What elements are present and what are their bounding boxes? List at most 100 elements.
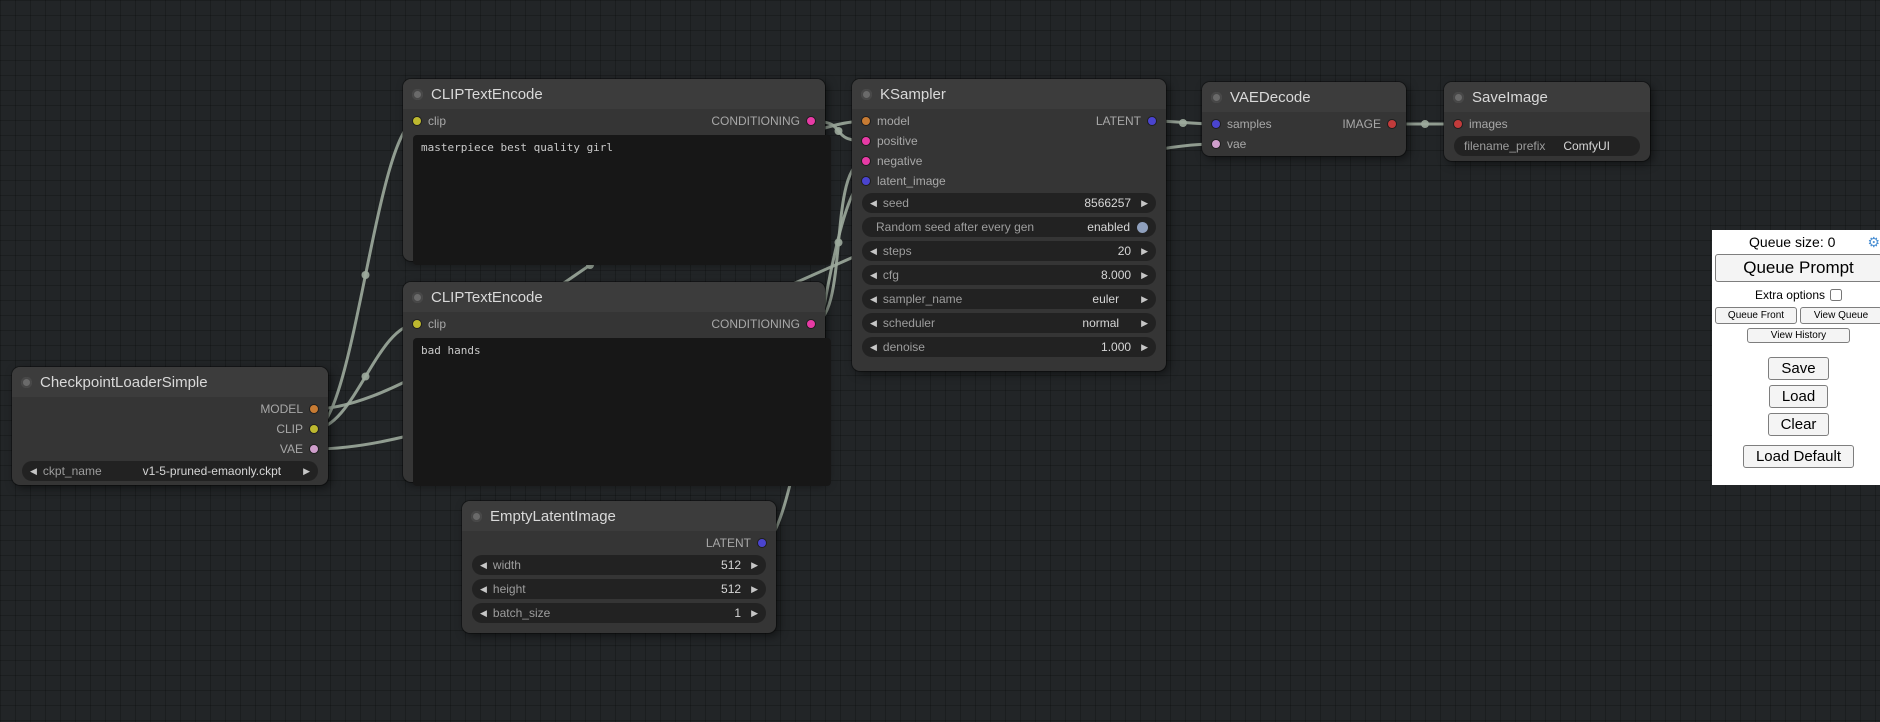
graph-canvas[interactable]: CheckpointLoaderSimple MODEL CLIP VAE	[0, 0, 1880, 722]
increment-arrow-icon[interactable]: ▶	[751, 608, 758, 619]
widget-seed[interactable]: ◀ seed 8566257 ▶	[862, 193, 1156, 213]
node-collapse-dot[interactable]	[21, 377, 32, 388]
queue-front-button[interactable]: Queue Front	[1715, 307, 1797, 324]
input-slot-vae[interactable]: vae	[1202, 134, 1282, 154]
increment-arrow-icon[interactable]: ▶	[1141, 198, 1148, 209]
clip-slot-dot[interactable]	[413, 320, 421, 328]
node-checkpoint-loader[interactable]: CheckpointLoaderSimple MODEL CLIP VAE	[12, 367, 328, 485]
widget-filename-prefix[interactable]: filename_prefix ComfyUI	[1454, 136, 1640, 156]
node-ksampler[interactable]: KSampler model positive negative lat	[852, 79, 1166, 371]
node-collapse-dot[interactable]	[471, 511, 482, 522]
input-slot-positive[interactable]: positive	[852, 131, 956, 151]
widget-ckpt-name[interactable]: ◀ ckpt_name v1-5-pruned-emaonly.ckpt ▶	[22, 461, 318, 481]
node-title-bar[interactable]: EmptyLatentImage	[462, 501, 776, 531]
output-slot-model[interactable]: MODEL	[250, 399, 328, 419]
output-slot-conditioning[interactable]: CONDITIONING	[701, 111, 825, 131]
input-slot-latent-image[interactable]: latent_image	[852, 171, 956, 191]
node-title-bar[interactable]: CheckpointLoaderSimple	[12, 367, 328, 397]
node-save-image[interactable]: SaveImage images filename_prefix ComfyUI	[1444, 82, 1650, 161]
output-slot-image[interactable]: IMAGE	[1332, 114, 1406, 134]
save-button[interactable]: Save	[1768, 357, 1828, 380]
queue-prompt-button[interactable]: Queue Prompt	[1715, 254, 1880, 282]
latent-slot-dot[interactable]	[758, 539, 766, 547]
output-slot-clip[interactable]: CLIP	[250, 419, 328, 439]
positive-prompt-textarea[interactable]: masterpiece best quality girl	[413, 135, 831, 265]
prev-value-arrow-icon[interactable]: ◀	[870, 294, 877, 305]
settings-gear-icon[interactable]: ⚙	[1867, 235, 1880, 249]
next-value-arrow-icon[interactable]: ▶	[1141, 294, 1148, 305]
increment-arrow-icon[interactable]: ▶	[1141, 342, 1148, 353]
decrement-arrow-icon[interactable]: ◀	[870, 270, 877, 281]
input-slot-images[interactable]: images	[1444, 114, 1518, 134]
node-title-bar[interactable]: SaveImage	[1444, 82, 1650, 112]
output-slot-vae[interactable]: VAE	[250, 439, 328, 459]
widget-cfg[interactable]: ◀ cfg 8.000 ▶	[862, 265, 1156, 285]
next-value-arrow-icon[interactable]: ▶	[1141, 318, 1148, 329]
node-collapse-dot[interactable]	[861, 89, 872, 100]
input-slot-negative[interactable]: negative	[852, 151, 956, 171]
view-history-button[interactable]: View History	[1747, 328, 1851, 343]
clip-slot-dot[interactable]	[310, 425, 318, 433]
increment-arrow-icon[interactable]: ▶	[751, 560, 758, 571]
latent-slot-dot[interactable]	[1212, 120, 1220, 128]
output-slot-conditioning[interactable]: CONDITIONING	[701, 314, 825, 334]
node-collapse-dot[interactable]	[412, 292, 423, 303]
conditioning-slot-dot[interactable]	[862, 157, 870, 165]
vae-slot-dot[interactable]	[310, 445, 318, 453]
load-button[interactable]: Load	[1769, 385, 1828, 408]
model-slot-dot[interactable]	[310, 405, 318, 413]
image-slot-dot[interactable]	[1454, 120, 1462, 128]
input-slot-samples[interactable]: samples	[1202, 114, 1282, 134]
node-title-bar[interactable]: CLIPTextEncode	[403, 282, 825, 312]
input-slot-model[interactable]: model	[852, 111, 956, 131]
node-collapse-dot[interactable]	[1211, 92, 1222, 103]
prev-value-arrow-icon[interactable]: ◀	[870, 318, 877, 329]
view-queue-button[interactable]: View Queue	[1800, 307, 1880, 324]
latent-slot-dot[interactable]	[1148, 117, 1156, 125]
decrement-arrow-icon[interactable]: ◀	[870, 342, 877, 353]
latent-slot-dot[interactable]	[862, 177, 870, 185]
widget-scheduler[interactable]: ◀ scheduler normal ▶	[862, 313, 1156, 333]
image-slot-dot[interactable]	[1388, 120, 1396, 128]
widget-denoise[interactable]: ◀ denoise 1.000 ▶	[862, 337, 1156, 357]
clear-button[interactable]: Clear	[1768, 413, 1830, 436]
prev-value-arrow-icon[interactable]: ◀	[30, 466, 37, 477]
increment-arrow-icon[interactable]: ▶	[1141, 270, 1148, 281]
decrement-arrow-icon[interactable]: ◀	[870, 246, 877, 257]
negative-prompt-textarea[interactable]: bad hands	[413, 338, 831, 486]
node-title-bar[interactable]: KSampler	[852, 79, 1166, 109]
widget-steps[interactable]: ◀ steps 20 ▶	[862, 241, 1156, 261]
node-title-bar[interactable]: CLIPTextEncode	[403, 79, 825, 109]
widget-sampler-name[interactable]: ◀ sampler_name euler ▶	[862, 289, 1156, 309]
decrement-arrow-icon[interactable]: ◀	[480, 560, 487, 571]
node-title-bar[interactable]: VAEDecode	[1202, 82, 1406, 112]
widget-random-seed-toggle[interactable]: Random seed after every gen enabled	[862, 217, 1156, 237]
increment-arrow-icon[interactable]: ▶	[1141, 246, 1148, 257]
load-default-button[interactable]: Load Default	[1743, 445, 1854, 468]
output-slot-latent[interactable]: LATENT	[1086, 111, 1166, 131]
input-slot-clip[interactable]: clip	[403, 111, 456, 131]
node-clip-text-encode-negative[interactable]: CLIPTextEncode clip CONDITIONING bad han…	[403, 282, 825, 482]
node-collapse-dot[interactable]	[1453, 92, 1464, 103]
toggle-on-dot[interactable]	[1137, 222, 1148, 233]
output-slot-latent[interactable]: LATENT	[696, 533, 776, 553]
decrement-arrow-icon[interactable]: ◀	[480, 584, 487, 595]
input-slot-clip[interactable]: clip	[403, 314, 456, 334]
node-clip-text-encode-positive[interactable]: CLIPTextEncode clip CONDITIONING masterp…	[403, 79, 825, 261]
model-slot-dot[interactable]	[862, 117, 870, 125]
node-vae-decode[interactable]: VAEDecode samples vae IMAGE	[1202, 82, 1406, 156]
widget-height[interactable]: ◀ height 512 ▶	[472, 579, 766, 599]
widget-batch-size[interactable]: ◀ batch_size 1 ▶	[472, 603, 766, 623]
vae-slot-dot[interactable]	[1212, 140, 1220, 148]
node-empty-latent-image[interactable]: EmptyLatentImage LATENT ◀ width 512 ▶ ◀ …	[462, 501, 776, 633]
conditioning-slot-dot[interactable]	[807, 117, 815, 125]
decrement-arrow-icon[interactable]: ◀	[480, 608, 487, 619]
next-value-arrow-icon[interactable]: ▶	[303, 466, 310, 477]
widget-width[interactable]: ◀ width 512 ▶	[472, 555, 766, 575]
extra-options-checkbox[interactable]	[1830, 289, 1842, 301]
node-collapse-dot[interactable]	[412, 89, 423, 100]
decrement-arrow-icon[interactable]: ◀	[870, 198, 877, 209]
conditioning-slot-dot[interactable]	[807, 320, 815, 328]
conditioning-slot-dot[interactable]	[862, 137, 870, 145]
clip-slot-dot[interactable]	[413, 117, 421, 125]
